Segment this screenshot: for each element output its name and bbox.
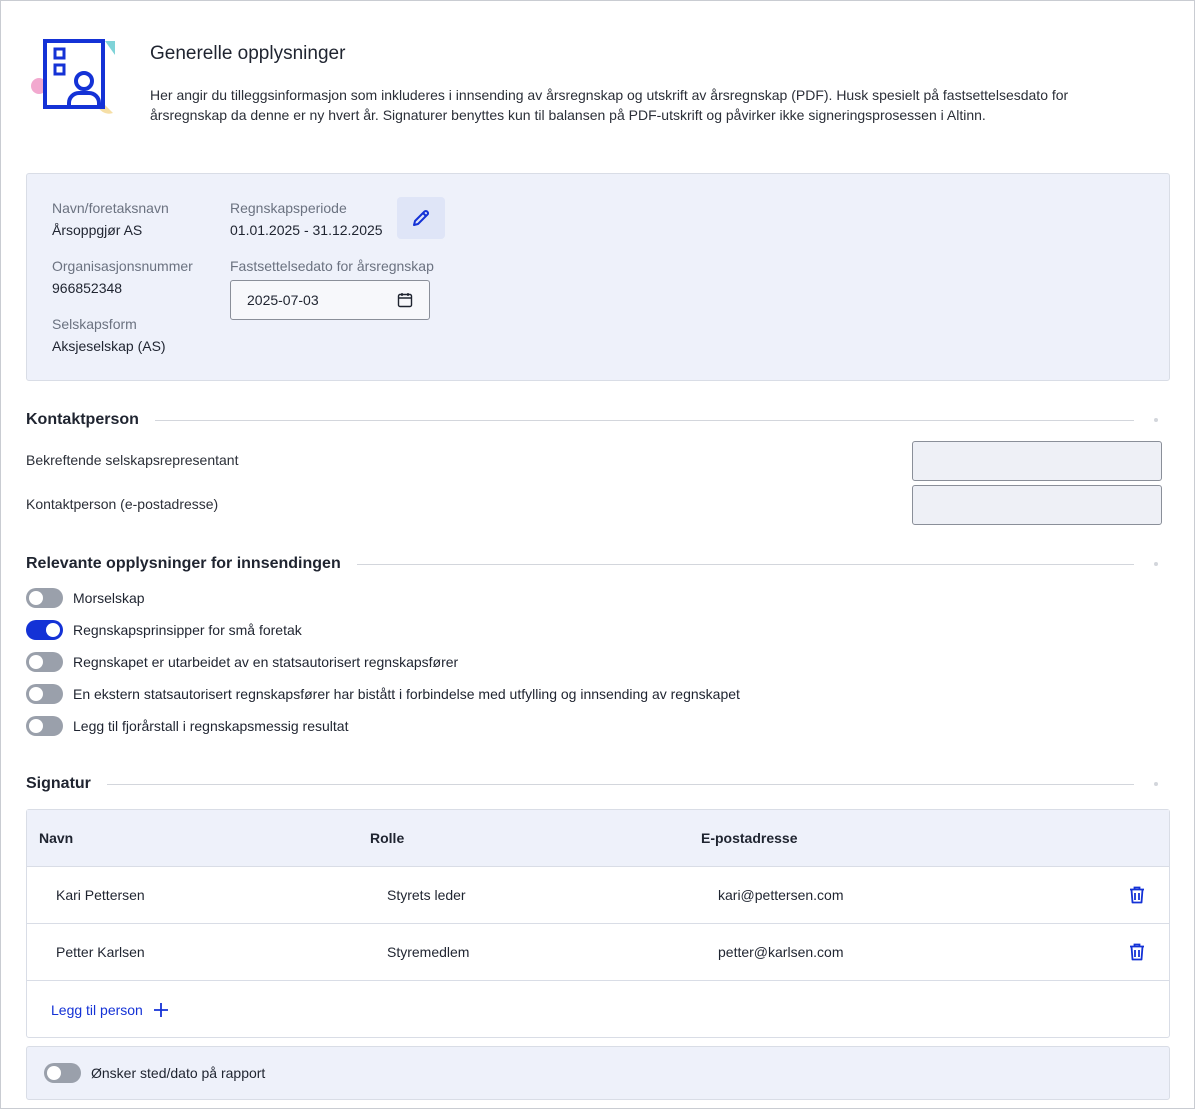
column-header-role: Rolle [370,830,405,846]
org-number-label: Organisasjonsnummer [52,258,193,274]
external-accountant-toggle[interactable] [26,684,63,704]
signer-email: kari@pettersen.com [718,887,844,903]
plus-icon [153,1003,168,1017]
contact-email-input[interactable] [912,485,1162,525]
pencil-icon [413,209,430,226]
section-divider-dot [1154,562,1158,566]
signer-name: Petter Karlsen [56,944,145,960]
toggle-label: Regnskapsprinsipper for små foretak [73,622,302,638]
company-info-panel: Navn/foretaksnavn Årsoppgjør AS Organisa… [26,173,1170,381]
section-divider [154,419,1134,421]
trash-icon[interactable] [1127,942,1147,962]
period-value: 01.01.2025 - 31.12.2025 [230,222,383,238]
toggle-row-place-date: Ønsker sted/dato på rapport [44,1063,265,1083]
section-divider-dot [1154,782,1158,786]
page-title: Generelle opplysninger [150,43,346,64]
company-form-value: Aksjeselskap (AS) [52,338,166,354]
previous-year-figures-toggle[interactable] [26,716,63,736]
contact-email-label: Kontaktperson (e-postadresse) [26,496,219,512]
date-input[interactable]: 2025-07-03 [230,280,430,320]
signer-name: Kari Pettersen [56,887,145,903]
section-divider [356,563,1134,565]
column-header-name: Navn [39,830,74,846]
company-name-value: Årsoppgjør AS [52,222,143,238]
org-number-value: 966852348 [52,280,123,296]
toggle-row-certified-accountant: Regnskapet er utarbeidet av en statsauto… [26,652,458,672]
place-date-on-report-toggle[interactable] [44,1063,81,1083]
period-label: Regnskapsperiode [230,200,347,216]
signature-table-header: Navn Rolle E-postadresse [27,810,1169,867]
add-person-button[interactable]: Legg til person [51,1000,169,1020]
table-row: Petter Karlsen Styremedlem petter@karlse… [27,924,1169,981]
small-company-principles-toggle[interactable] [26,620,63,640]
certified-accountant-toggle[interactable] [26,652,63,672]
signer-role: Styrets leder [387,887,466,903]
add-person-label: Legg til person [51,1002,143,1018]
page-header: Generelle opplysninger Her angir du till… [29,35,1169,135]
signature-section-title: Signatur [26,775,91,792]
company-building-illustration-icon [31,39,115,114]
contact-section-title: Kontaktperson [26,411,139,428]
date-label: Fastsettelsedato for årsregnskap [230,258,434,274]
calendar-icon[interactable] [397,292,413,308]
table-row: Kari Pettersen Styrets leder kari@petter… [27,867,1169,924]
parent-company-toggle[interactable] [26,588,63,608]
toggle-label: Ønsker sted/dato på rapport [91,1065,266,1081]
relevant-section-title: Relevante opplysninger for innsendingen [26,555,341,572]
page-description: Her angir du tilleggsinformasjon som ink… [150,87,1069,123]
signature-table: Navn Rolle E-postadresse Kari Pettersen … [26,809,1170,1038]
edit-period-button[interactable] [397,197,445,239]
toggle-row-parent-company: Morselskap [26,588,145,608]
column-header-email: E-postadresse [701,830,798,846]
report-options-panel: Ønsker sted/dato på rapport [26,1046,1170,1100]
date-input-value: 2025-07-03 [247,292,319,308]
section-divider [106,783,1134,785]
signer-role: Styremedlem [387,944,470,960]
toggle-row-small-company-principles: Regnskapsprinsipper for små foretak [26,620,302,640]
toggle-label: Legg til fjorårstall i regnskapsmessig r… [73,718,349,734]
section-divider-dot [1154,418,1158,422]
company-rep-input[interactable] [912,441,1162,481]
toggle-label: Regnskapet er utarbeidet av en statsauto… [73,654,459,670]
toggle-label: En ekstern statsautorisert regnskapsføre… [73,686,740,702]
company-form-label: Selskapsform [52,316,137,332]
toggle-row-previous-year: Legg til fjorårstall i regnskapsmessig r… [26,716,348,736]
toggle-label: Morselskap [73,590,145,606]
company-name-label: Navn/foretaksnavn [52,200,169,216]
relevant-section-header: Relevante opplysninger for innsendingen [26,554,1166,574]
signature-section-header: Signatur [26,774,1166,794]
signer-email: petter@karlsen.com [718,944,844,960]
trash-icon[interactable] [1127,885,1147,905]
company-rep-label: Bekreftende selskapsrepresentant [26,452,239,468]
contact-section-header: Kontaktperson [26,410,1166,430]
toggle-row-external-accountant: En ekstern statsautorisert regnskapsføre… [26,684,740,704]
